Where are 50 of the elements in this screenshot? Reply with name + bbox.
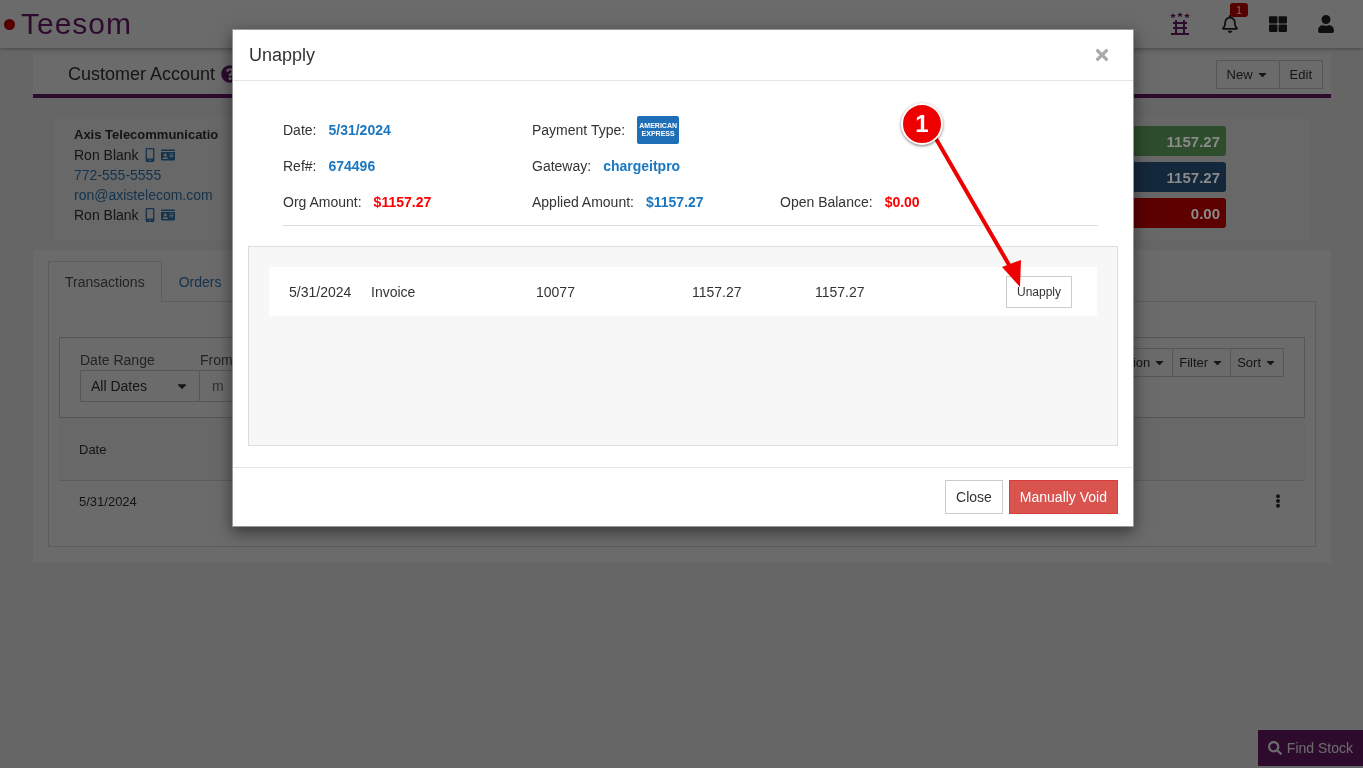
dropdown-button[interactable]: Filter: [1172, 348, 1232, 377]
status-dot-icon: [4, 18, 15, 30]
contact-name: Ron Blank: [74, 146, 139, 164]
field-label: Ref#:: [283, 158, 317, 174]
unapply-button[interactable]: Unapply: [1005, 275, 1072, 308]
tab[interactable]: Transactions: [48, 261, 162, 302]
dropdown-button[interactable]: New: [1215, 59, 1280, 89]
grid-icon[interactable]: [1269, 15, 1287, 33]
field-label: From: [200, 352, 234, 368]
modal-title: Unapply: [249, 44, 316, 66]
field-value: $0.00: [884, 194, 920, 210]
date-range-select[interactable]: All Dates: [80, 370, 200, 402]
search-icon: [1267, 741, 1282, 755]
contact-link[interactable]: 772-555-5555: [74, 166, 219, 184]
field-label: Date:: [283, 122, 317, 138]
table-cell-text: 5/31/2024: [289, 283, 353, 300]
user-icon[interactable]: [1317, 15, 1335, 33]
table-cell-text: 1157.27: [815, 283, 866, 300]
contact-link[interactable]: ron@axistelecom.com: [74, 186, 219, 204]
field-label: Gateway:: [532, 158, 592, 174]
table-cell: 5/31/2024: [79, 493, 137, 509]
tab[interactable]: Orders: [161, 261, 239, 302]
table-cell-text: 10077: [536, 283, 576, 300]
contact-name: Ron Blank: [74, 206, 139, 224]
field-value: 5/31/2024: [328, 122, 391, 138]
close-button[interactable]: Close: [945, 480, 1003, 514]
page-title: Customer Account: [68, 63, 216, 85]
company-name: Axis Telecommunicatio: [74, 126, 219, 144]
field-label: Open Balance:: [780, 194, 873, 210]
tower-stars-icon[interactable]: [1169, 12, 1191, 36]
column-header: Date: [79, 441, 107, 457]
field-value: chargeitpro: [603, 158, 681, 174]
id-card-icon[interactable]: [160, 208, 175, 222]
field-value: $1157.27: [645, 194, 704, 210]
edit-button[interactable]: Edit: [1278, 59, 1323, 89]
field-label: Org Amount:: [283, 194, 362, 210]
field-value: 674496: [328, 158, 376, 174]
table-cell-text: 1157.27: [692, 283, 743, 300]
find-stock-button[interactable]: Find Stock: [1257, 730, 1363, 766]
id-card-icon[interactable]: [160, 148, 175, 162]
bell-icon[interactable]: [1221, 15, 1239, 33]
field-value: $1157.27: [373, 194, 432, 210]
table-cell-text: Invoice: [371, 283, 417, 300]
field-label: Applied Amount:: [532, 194, 634, 210]
logo[interactable]: Teesom: [21, 7, 133, 41]
dropdown-button[interactable]: Sort: [1230, 348, 1284, 377]
field-label: Date Range: [80, 352, 156, 368]
field-label: Payment Type:: [532, 122, 626, 138]
notification-badge: 1: [1230, 3, 1249, 17]
void-button[interactable]: Manually Void: [1008, 480, 1118, 514]
